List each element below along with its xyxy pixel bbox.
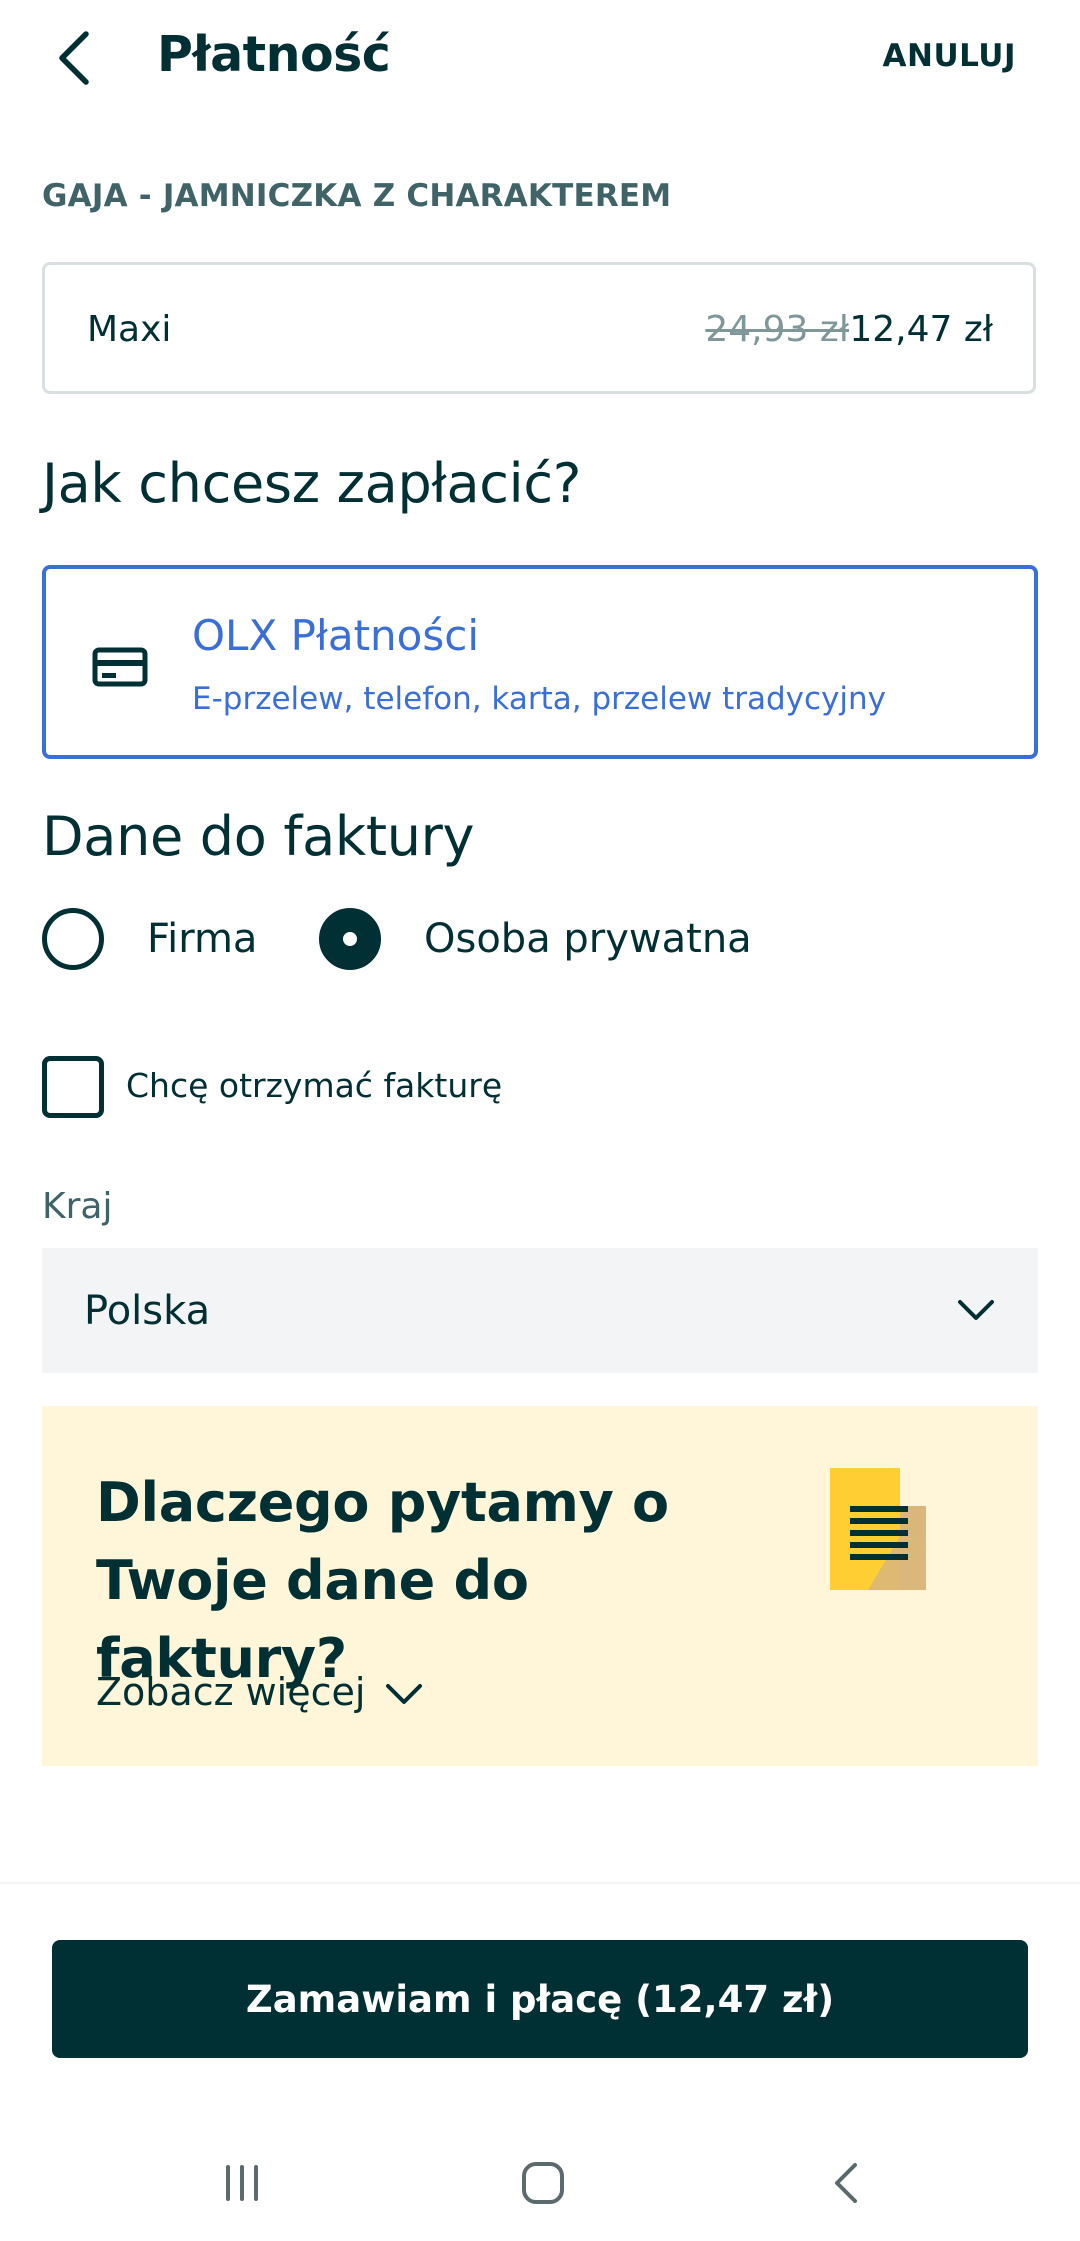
radio-company[interactable]: [42, 908, 104, 970]
payment-method-description: E-przelew, telefon, karta, przelew trady…: [192, 681, 887, 717]
chevron-down-icon: [958, 1300, 994, 1320]
order-and-pay-label: Zamawiam i płacę (12,47 zł): [245, 1977, 835, 2021]
current-price: 12,47 zł: [849, 309, 993, 350]
invoice-info-card: Dlaczego pytamy o Twoje dane do faktury?…: [42, 1406, 1038, 1766]
info-card-title: Dlaczego pytamy o Twoje dane do faktury?: [96, 1471, 669, 1690]
radio-company-label[interactable]: Firma: [147, 916, 257, 962]
package-name: Maxi: [87, 309, 172, 350]
back-button[interactable]: [44, 20, 104, 96]
old-price: 24,93 zł: [705, 309, 849, 350]
payment-heading: Jak chcesz zapłacić?: [42, 452, 582, 515]
radio-private-person-label[interactable]: Osoba prywatna: [424, 916, 752, 962]
recent-apps-icon: [226, 2165, 258, 2201]
order-and-pay-button[interactable]: Zamawiam i płacę (12,47 zł): [52, 1940, 1028, 2058]
country-label: Kraj: [42, 1186, 113, 1227]
app-header: Płatność ANULUJ: [0, 0, 1080, 118]
invoice-checkbox[interactable]: [42, 1056, 104, 1118]
document-icon: [830, 1468, 926, 1590]
home-button[interactable]: [508, 2148, 578, 2218]
chevron-down-icon[interactable]: [384, 1674, 424, 1714]
package-summary: Maxi 24,93 zł 12,47 zł: [42, 262, 1036, 394]
back-icon: [835, 2163, 857, 2203]
payment-method-name: OLX Płatności: [192, 611, 480, 660]
invoice-heading: Dane do faktury: [42, 805, 475, 868]
arrow-left-icon: [59, 31, 89, 85]
cancel-button[interactable]: ANULUJ: [883, 38, 1016, 74]
radio-private-person[interactable]: [319, 908, 381, 970]
system-navigation-bar: [0, 2126, 1080, 2241]
ad-title: GAJA - JAMNICZKA Z CHARAKTEREM: [42, 178, 672, 214]
country-select[interactable]: Polska: [42, 1248, 1038, 1373]
country-value: Polska: [84, 1288, 211, 1334]
page-title: Płatność: [157, 26, 391, 83]
recent-apps-button[interactable]: [207, 2148, 277, 2218]
credit-card-icon: [92, 647, 148, 687]
see-more-link[interactable]: Zobacz więcej: [96, 1670, 365, 1714]
system-back-button[interactable]: [812, 2148, 882, 2218]
home-icon: [522, 2162, 564, 2204]
bottom-divider: [0, 1882, 1080, 1884]
invoice-checkbox-label[interactable]: Chcę otrzymać fakturę: [126, 1066, 502, 1105]
payment-method-olx[interactable]: OLX Płatności E-przelew, telefon, karta,…: [42, 565, 1038, 759]
